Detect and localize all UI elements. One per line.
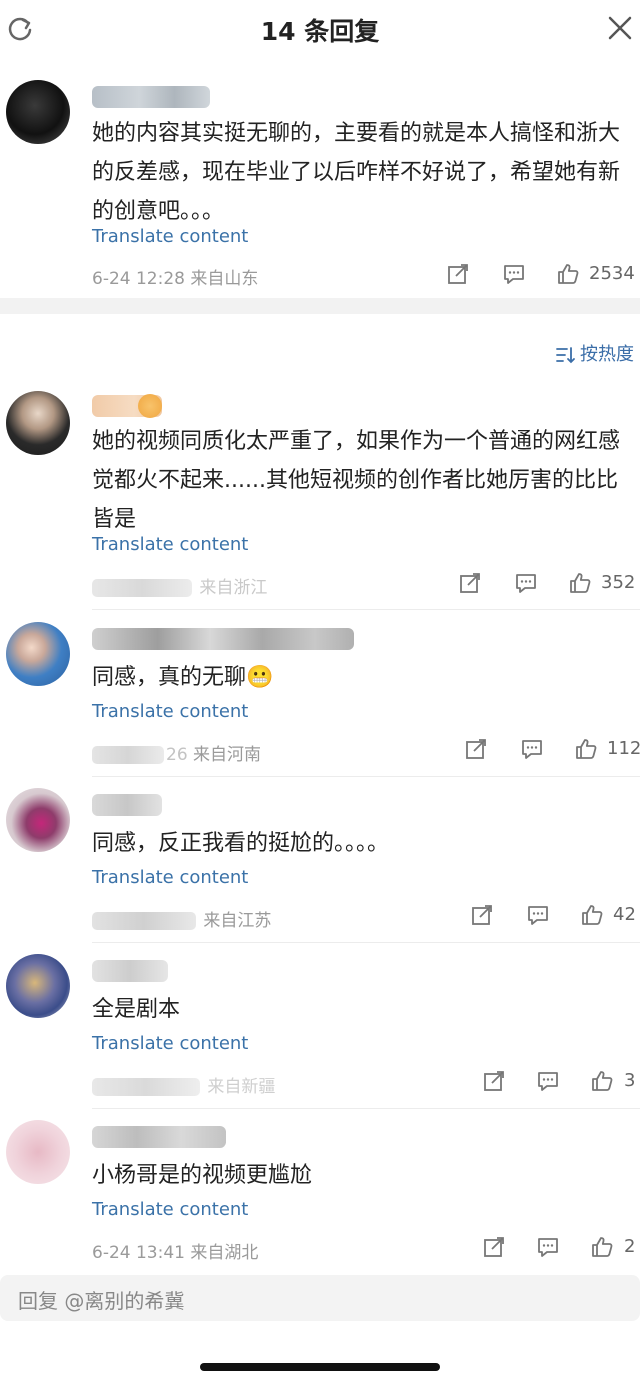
comment-location: 来自山东 xyxy=(190,269,259,289)
reply-input[interactable]: 回复 @离别的希冀 xyxy=(0,1275,640,1321)
header: 14 条回复 xyxy=(0,0,640,58)
comment-text: 同感，反正我看的挺尬的。。。。 xyxy=(92,831,390,856)
comment-actions: 3 xyxy=(482,1069,640,1097)
share-icon[interactable] xyxy=(470,903,494,927)
comment-location: 来自浙江 xyxy=(199,578,268,598)
translate-link[interactable]: Translate content xyxy=(92,701,248,722)
comment-icon[interactable] xyxy=(502,262,526,286)
comment-text: 同感，真的无聊😬 xyxy=(92,665,274,690)
divider xyxy=(92,1108,640,1109)
comment-text: 她的内容其实挺无聊的，主要看的就是本人搞怪和浙大的反差感，现在毕业了以后咋样不好… xyxy=(92,121,621,224)
avatar[interactable] xyxy=(6,622,70,686)
comment-icon[interactable] xyxy=(536,1069,560,1093)
comment-actions: 42 xyxy=(470,903,640,931)
comment-item: 同感，真的无聊😬 Translate content 26 来自河南 112 xyxy=(0,616,640,777)
comment-meta: 来自江苏 xyxy=(92,906,271,931)
top-comment: 她的内容其实挺无聊的，主要看的就是本人搞怪和浙大的反差感，现在毕业了以后咋样不好… xyxy=(0,70,640,298)
username[interactable] xyxy=(92,86,210,108)
divider xyxy=(92,609,640,610)
avatar[interactable] xyxy=(6,788,70,852)
translate-link[interactable]: Translate content xyxy=(92,867,248,888)
comment-item: 同感，反正我看的挺尬的。。。。 Translate content 来自江苏 4… xyxy=(0,782,640,943)
comment-actions: 2534 xyxy=(446,262,640,290)
blurred-date xyxy=(92,746,164,764)
section-divider xyxy=(0,298,640,314)
translate-link[interactable]: Translate content xyxy=(92,534,248,555)
sort-icon xyxy=(556,347,575,364)
avatar[interactable] xyxy=(6,80,70,144)
translate-link[interactable]: Translate content xyxy=(92,226,248,247)
share-icon[interactable] xyxy=(446,262,470,286)
translate-link[interactable]: Translate content xyxy=(92,1033,248,1054)
like-icon[interactable] xyxy=(556,262,580,286)
page-title: 14 条回复 xyxy=(260,17,380,46)
comment-item: 小杨哥是的视频更尴尬 Translate content 6-24 13:41 … xyxy=(0,1114,640,1274)
avatar[interactable] xyxy=(6,954,70,1018)
username[interactable] xyxy=(92,794,162,816)
like-count: 352 xyxy=(601,572,636,593)
like-count: 42 xyxy=(613,904,636,925)
share-icon[interactable] xyxy=(464,737,488,761)
like-icon[interactable] xyxy=(590,1235,614,1259)
blurred-date xyxy=(92,1078,200,1096)
like-icon[interactable] xyxy=(574,737,598,761)
comment-icon[interactable] xyxy=(526,903,550,927)
share-icon[interactable] xyxy=(482,1235,506,1259)
blurred-date xyxy=(92,579,192,597)
comment-location: 来自江苏 xyxy=(203,911,272,931)
comment-text: 她的视频同质化太严重了，如果作为一个普通的网红感觉都火不起来......其他短视… xyxy=(92,429,621,532)
comment-actions: 2 xyxy=(482,1235,640,1263)
comment-location: 来自河南 xyxy=(193,745,262,765)
avatar[interactable] xyxy=(6,1120,70,1184)
comment-icon[interactable] xyxy=(536,1235,560,1259)
divider xyxy=(92,942,640,943)
comment-meta: 26 来自河南 xyxy=(92,740,261,765)
username[interactable] xyxy=(92,960,168,982)
comment-actions: 352 xyxy=(458,571,640,599)
like-count: 2 xyxy=(624,1236,636,1257)
comment-meta: 6-24 12:28 来自山东 xyxy=(92,264,258,289)
comment-location: 来自湖北 xyxy=(190,1243,259,1263)
divider xyxy=(92,776,640,777)
sort-button[interactable]: 按热度 xyxy=(556,340,634,366)
reply-placeholder: 回复 @离别的希冀 xyxy=(18,1289,185,1313)
like-icon[interactable] xyxy=(590,1069,614,1093)
blurred-date xyxy=(92,912,196,930)
share-icon[interactable] xyxy=(482,1069,506,1093)
like-icon[interactable] xyxy=(580,903,604,927)
like-count: 2534 xyxy=(589,263,635,284)
close-icon[interactable] xyxy=(606,14,634,42)
username[interactable] xyxy=(92,1126,226,1148)
home-indicator[interactable] xyxy=(200,1363,440,1371)
comment-text: 全是剧本 xyxy=(92,997,181,1022)
username[interactable] xyxy=(92,628,354,650)
translate-link[interactable]: Translate content xyxy=(92,1199,248,1220)
comment-date: 6-24 12:28 xyxy=(92,269,185,289)
comment-date: 6-24 13:41 xyxy=(92,1243,185,1263)
like-count: 112 xyxy=(607,738,640,759)
comment-icon[interactable] xyxy=(514,571,538,595)
comment-item: 她的视频同质化太严重了，如果作为一个普通的网红感觉都火不起来......其他短视… xyxy=(0,385,640,610)
comment-icon[interactable] xyxy=(520,737,544,761)
like-count: 3 xyxy=(624,1070,636,1091)
badge-icon xyxy=(138,394,162,418)
like-icon[interactable] xyxy=(568,571,592,595)
comment-meta: 来自新疆 xyxy=(92,1072,275,1097)
comment-location: 来自新疆 xyxy=(207,1077,276,1097)
avatar[interactable] xyxy=(6,391,70,455)
comment-actions: 112 xyxy=(464,737,640,765)
comment-meta: 来自浙江 xyxy=(92,573,267,598)
share-icon[interactable] xyxy=(458,571,482,595)
comment-meta: 6-24 13:41 来自湖北 xyxy=(92,1238,258,1263)
sort-label: 按热度 xyxy=(580,344,634,365)
comment-text: 小杨哥是的视频更尴尬 xyxy=(92,1163,313,1188)
comment-time-partial: 26 xyxy=(166,745,188,765)
comment-item: 全是剧本 Translate content 来自新疆 3 xyxy=(0,948,640,1109)
